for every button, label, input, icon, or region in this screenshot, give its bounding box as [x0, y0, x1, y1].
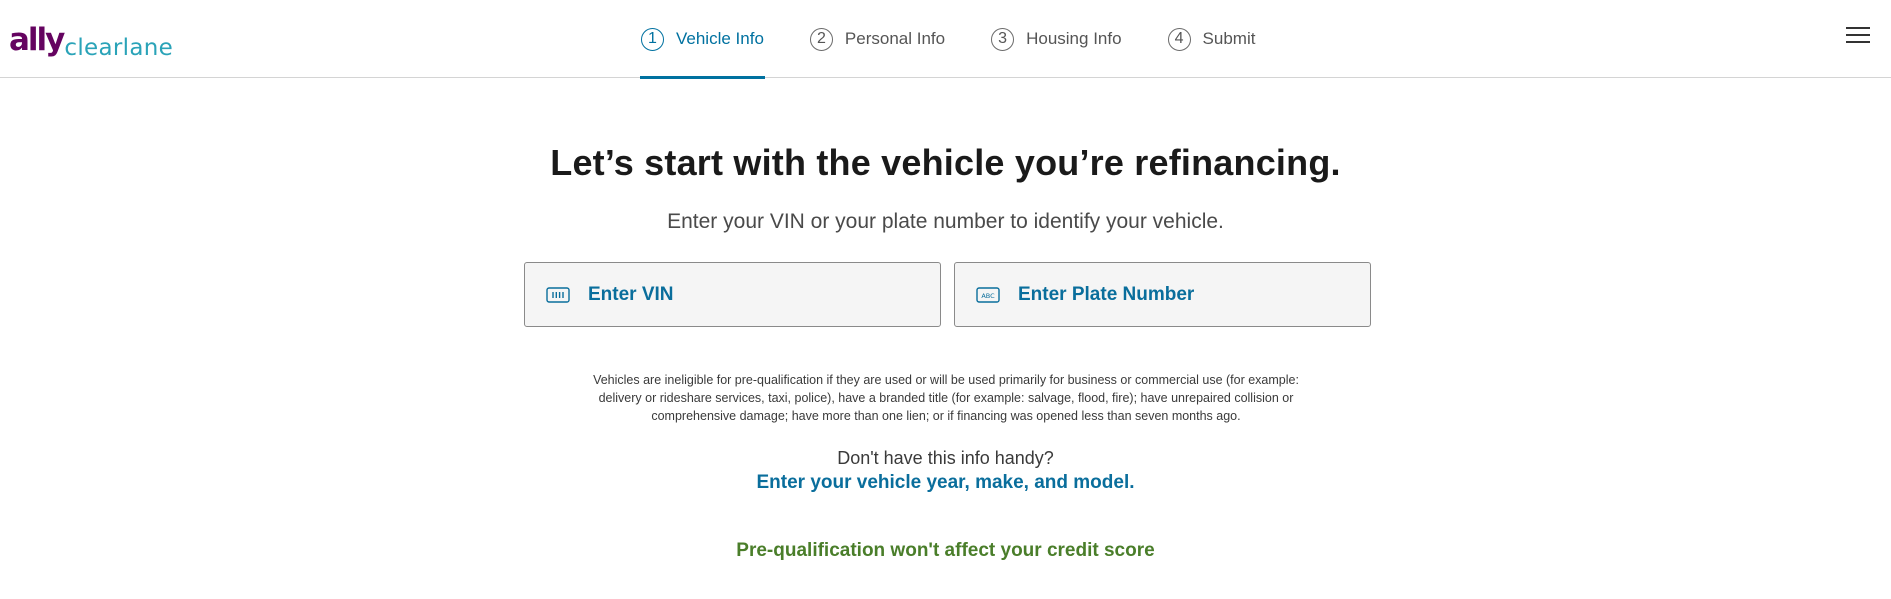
- page-title: Let’s start with the vehicle you’re refi…: [550, 142, 1341, 183]
- page-subtitle: Enter your VIN or your plate number to i…: [667, 210, 1224, 233]
- no-info-prompt: Don't have this info handy?: [837, 448, 1054, 468]
- enter-plate-number-label: Enter Plate Number: [1018, 283, 1195, 305]
- step-housing-info[interactable]: 3 Housing Info: [990, 0, 1122, 78]
- enter-vin-label: Enter VIN: [588, 283, 674, 305]
- step-personal-info[interactable]: 2 Personal Info: [809, 0, 946, 78]
- hamburger-menu-icon[interactable]: [1846, 27, 1870, 47]
- step-number-1: 1: [641, 27, 664, 51]
- enter-plate-number-button[interactable]: ABC Enter Plate Number: [954, 262, 1371, 327]
- step-vehicle-info[interactable]: 1 Vehicle Info: [640, 0, 765, 79]
- step-label-personal-info: Personal Info: [844, 29, 946, 48]
- step-number-4: 4: [1167, 27, 1191, 51]
- logo-ally-text: ally: [9, 22, 65, 58]
- top-nav-bar: ally clearlane 1 Vehicle Info 2 Personal…: [0, 0, 1891, 79]
- manual-entry-container: Enter your vehicle year, make, and model…: [0, 472, 1891, 494]
- step-label-housing-info: Housing Info: [1026, 29, 1122, 48]
- eligibility-disclaimer: Vehicles are ineligible for pre-qualific…: [593, 373, 1299, 423]
- barcode-card-icon: [546, 286, 570, 303]
- ally-clearlane-logo[interactable]: ally clearlane: [9, 12, 173, 60]
- license-plate-icon-text: ABC: [981, 292, 995, 300]
- progress-steps: 1 Vehicle Info 2 Personal Info 3 Housing…: [640, 0, 1300, 79]
- logo-clearlane-text: clearlane: [64, 35, 174, 61]
- enter-year-make-model-link[interactable]: Enter your vehicle year, make, and model…: [756, 472, 1134, 493]
- step-label-vehicle-info: Vehicle Info: [676, 29, 764, 48]
- prequalification-note: Pre-qualification won't affect your cred…: [736, 540, 1155, 561]
- step-number-3: 3: [991, 27, 1015, 51]
- license-plate-icon: ABC: [976, 286, 1000, 303]
- step-label-submit: Submit: [1202, 29, 1256, 48]
- enter-vin-button[interactable]: Enter VIN: [524, 262, 941, 327]
- step-submit[interactable]: 4 Submit: [1167, 0, 1257, 78]
- step-number-2: 2: [809, 27, 833, 51]
